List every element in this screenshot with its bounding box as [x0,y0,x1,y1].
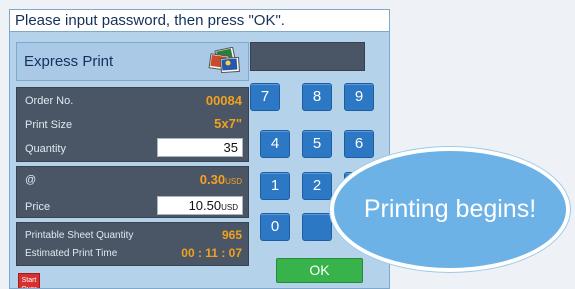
price-field: 10.50USD [157,196,243,215]
order-details-panel: Order No. 00084 Print Size 5x7" Quantity… [16,87,249,162]
order-no-label: Order No. [25,95,74,107]
key-1[interactable]: 1 [260,172,290,200]
unit-price-value: 0.30USD [200,173,242,189]
password-display [250,42,365,71]
page-title: Express Print [24,53,114,70]
price-amount: 10.50 [188,198,222,213]
price-currency: USD [221,203,238,212]
pricing-panel: @ 0.30USD Price 10.50USD [16,166,249,218]
callout-text: Printing begins! [363,195,537,223]
estimated-time-label: Estimated Print Time [25,248,118,259]
key-4[interactable]: 4 [260,130,290,158]
key-clear[interactable] [302,213,332,241]
password-prompt: Please input password, then press "OK". [10,10,389,32]
quantity-label: Quantity [25,143,66,155]
unit-price-label: @ [25,174,37,186]
key-5[interactable]: 5 [302,130,332,158]
order-no-value: 00084 [205,93,242,108]
printable-sheet-label: Printable Sheet Quantity [25,230,134,241]
printing-begins-callout: Printing begins! [330,147,570,272]
estimated-time-value: 00 : 11 : 07 [181,246,242,260]
quantity-field[interactable]: 35 [157,138,243,157]
printable-sheet-value: 965 [221,228,242,242]
key-0[interactable]: 0 [260,213,290,241]
unit-price-amount: 0.30 [199,172,226,187]
express-print-window: Please input password, then press "OK". … [9,9,390,289]
print-size-label: Print Size [25,119,73,131]
photo-prints-icon [208,47,241,74]
key-7[interactable]: 7 [250,83,280,111]
print-size-value: 5x7" [214,116,242,131]
key-2[interactable]: 2 [302,172,332,200]
print-estimate-panel: Printable Sheet Quantity 965 Estimated P… [16,222,249,266]
print-kiosk-screen: Please input password, then press "OK". … [0,0,575,289]
unit-price-currency: USD [225,177,242,186]
key-8[interactable]: 8 [302,83,332,111]
express-print-header: Express Print [16,42,249,81]
start-over-button[interactable]: Start Over [18,273,40,288]
key-9[interactable]: 9 [344,83,374,111]
price-label: Price [25,201,51,213]
